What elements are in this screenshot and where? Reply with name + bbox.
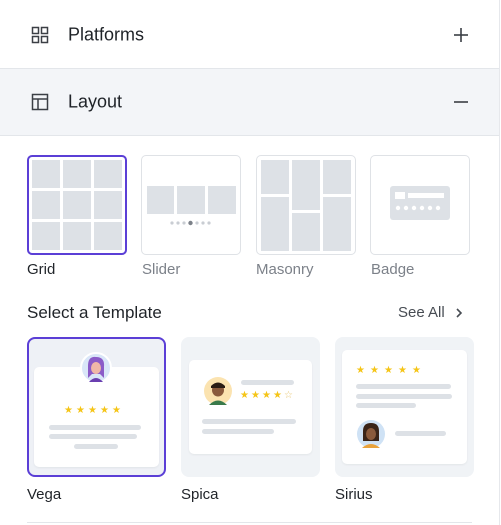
template-preview	[189, 360, 312, 454]
text-placeholder	[74, 444, 118, 449]
star-icon: ★	[88, 405, 97, 416]
platforms-accordion-header[interactable]: Platforms	[0, 2, 499, 69]
star-icon: ★	[370, 365, 379, 376]
template-card-spica[interactable]: ★ ★ ★ ★ ☆	[181, 337, 320, 477]
star-icon: ★	[384, 365, 393, 376]
see-all-label: See All	[398, 304, 445, 321]
slider-layout-thumbnail	[147, 186, 236, 226]
grid-icon	[31, 26, 49, 44]
badge-layout-thumbnail	[390, 186, 450, 220]
avatar-icon	[204, 377, 232, 405]
layout-label-slider: Slider	[142, 261, 181, 278]
layout-option-badge[interactable]	[370, 155, 470, 255]
chevron-right-icon	[456, 307, 462, 318]
star-icon: ★	[64, 405, 73, 416]
template-label-sirius: Sirius	[335, 486, 373, 503]
star-icon: ★	[112, 405, 121, 416]
star-icon: ★	[412, 365, 421, 376]
text-placeholder	[241, 380, 294, 385]
layout-option-slider[interactable]	[141, 155, 241, 255]
text-placeholder	[49, 425, 141, 430]
grid-layout-thumbnail	[32, 160, 122, 250]
text-placeholder	[49, 434, 137, 439]
layout-label-masonry: Masonry	[256, 261, 314, 278]
section-title: Select a Template	[27, 303, 162, 322]
star-icon: ★	[398, 365, 407, 376]
avatar-icon	[357, 420, 385, 448]
text-placeholder	[356, 384, 451, 389]
star-icon: ★	[240, 390, 249, 401]
layout-accordion-header[interactable]: Layout	[0, 69, 499, 136]
platforms-title: Platforms	[68, 24, 145, 45]
star-icon: ★	[356, 365, 365, 376]
star-icon: ★	[251, 390, 260, 401]
text-placeholder	[202, 419, 296, 424]
layout-settings-panel: Platforms Layout Grid Slider Masonry Bad…	[0, 0, 500, 525]
template-label-vega: Vega	[27, 486, 62, 503]
masonry-layout-thumbnail	[261, 160, 351, 251]
star-icon: ★	[76, 405, 85, 416]
divider	[27, 522, 472, 523]
template-card-vega[interactable]: ★ ★ ★ ★ ★	[27, 337, 166, 477]
layout-title: Layout	[68, 91, 123, 112]
template-label-spica: Spica	[181, 486, 219, 503]
star-icon: ☆	[284, 390, 293, 401]
avatar-icon	[80, 352, 112, 384]
template-card-sirius[interactable]: ★ ★ ★ ★ ★	[335, 337, 474, 477]
star-icon: ★	[262, 390, 271, 401]
text-placeholder	[356, 403, 416, 408]
text-placeholder	[356, 394, 452, 399]
see-all-link[interactable]: See All	[398, 304, 463, 321]
layout-icon	[31, 93, 49, 111]
layout-option-masonry[interactable]	[256, 155, 356, 255]
plus-icon[interactable]	[451, 25, 471, 45]
star-icon: ★	[273, 390, 282, 401]
layout-label-badge: Badge	[371, 261, 415, 278]
star-icon: ★	[100, 405, 109, 416]
layout-option-grid[interactable]	[27, 155, 127, 255]
minus-icon[interactable]	[451, 92, 471, 112]
layout-label-grid: Grid	[27, 261, 56, 278]
text-placeholder	[395, 431, 446, 436]
text-placeholder	[202, 429, 274, 434]
